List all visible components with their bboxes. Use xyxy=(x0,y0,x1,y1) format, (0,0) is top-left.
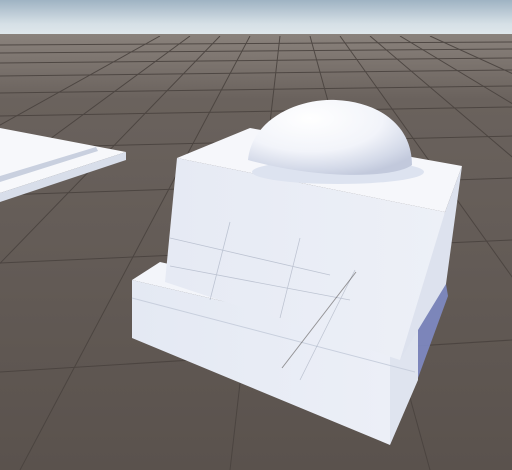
scene-canvas[interactable] xyxy=(0,0,512,470)
scene-viewport[interactable] xyxy=(0,0,512,470)
